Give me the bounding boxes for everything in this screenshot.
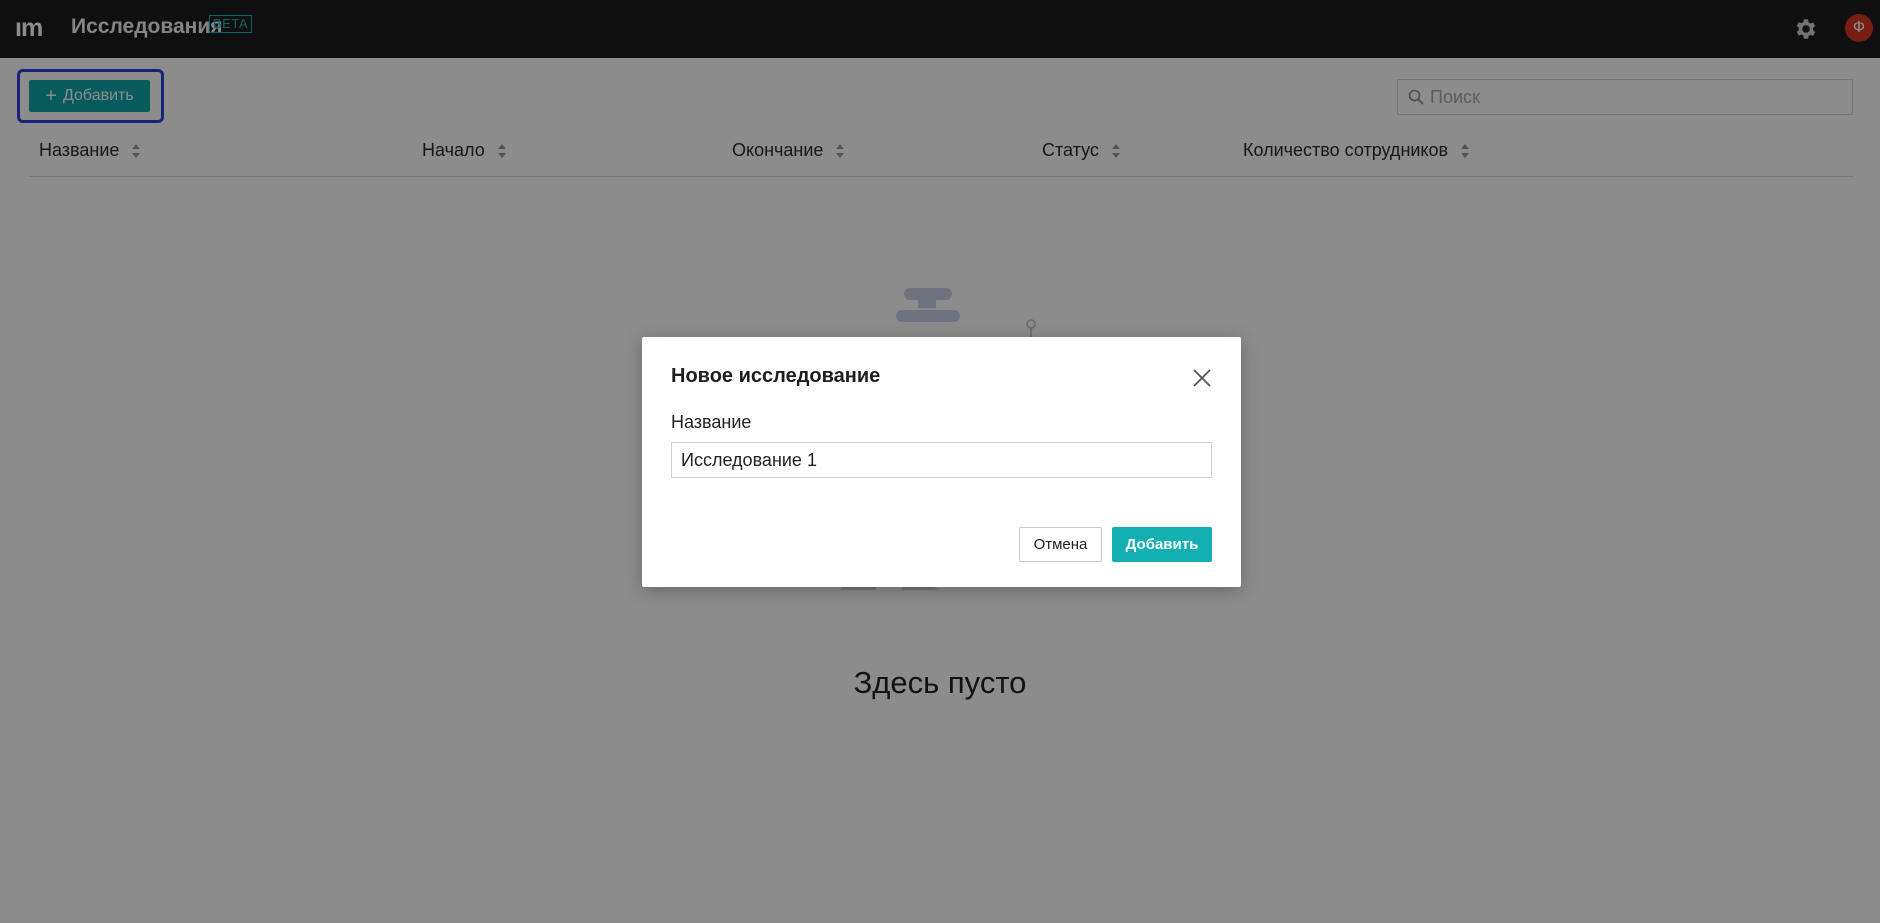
dialog-title: Новое исследование	[671, 365, 881, 387]
close-button[interactable]	[1190, 366, 1214, 390]
submit-button[interactable]: Добавить	[1112, 527, 1212, 562]
cancel-button[interactable]: Отмена	[1019, 527, 1102, 562]
new-study-dialog: Новое исследование Название Отмена Добав…	[642, 337, 1241, 587]
name-field-label: Название	[671, 412, 752, 432]
close-icon	[1193, 369, 1211, 387]
name-field[interactable]	[671, 442, 1212, 478]
